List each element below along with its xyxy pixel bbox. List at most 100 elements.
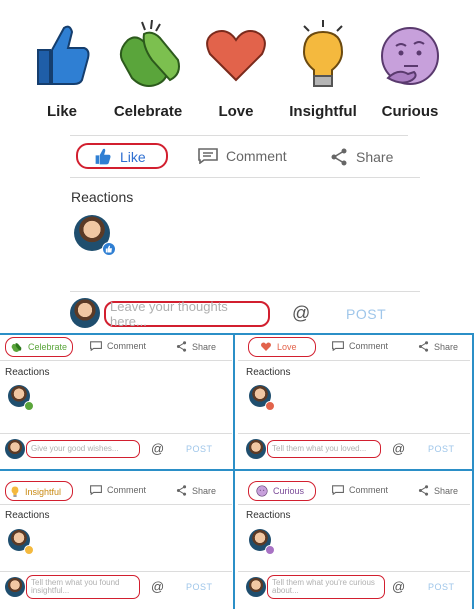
thumbs-up-icon bbox=[37, 25, 90, 85]
reactions-title: Reactions bbox=[5, 367, 50, 378]
insightful-reaction bbox=[273, 20, 373, 92]
share-icon bbox=[176, 341, 187, 352]
curious-button-label: Curious bbox=[273, 486, 305, 496]
like-button[interactable]: Like bbox=[94, 148, 146, 165]
comment-button[interactable]: Comment bbox=[332, 341, 388, 351]
divider bbox=[238, 433, 470, 434]
share-button[interactable]: Share bbox=[418, 485, 458, 496]
like-reaction bbox=[12, 20, 112, 90]
comment-input[interactable]: Give your good wishes... bbox=[26, 440, 140, 458]
share-icon bbox=[418, 341, 429, 352]
insightful-button-label: Insightful bbox=[25, 486, 62, 497]
divider bbox=[70, 177, 420, 178]
comment-input[interactable]: Tell them what you're curious about... bbox=[267, 575, 385, 599]
love-button[interactable]: Love bbox=[260, 341, 297, 352]
grid-divider bbox=[233, 333, 235, 609]
reaction-legend: Like Celebrate Love Insightful Curious bbox=[0, 0, 474, 130]
post-button[interactable]: POST bbox=[428, 582, 455, 592]
curious-label: Curious bbox=[381, 103, 439, 120]
comment-button[interactable]: Comment bbox=[90, 485, 146, 495]
share-button[interactable]: Share bbox=[330, 148, 393, 166]
post-button[interactable]: POST bbox=[346, 306, 386, 322]
divider bbox=[70, 135, 408, 136]
share-button[interactable]: Share bbox=[176, 485, 216, 496]
comment-button[interactable]: Comment bbox=[90, 341, 146, 351]
share-icon bbox=[418, 485, 429, 496]
mention-button[interactable]: @ bbox=[392, 579, 405, 594]
share-icon bbox=[176, 485, 187, 496]
post-button[interactable]: POST bbox=[186, 582, 213, 592]
comment-input[interactable]: Leave your thoughts here... bbox=[104, 299, 270, 329]
comment-button[interactable]: Comment bbox=[332, 485, 388, 495]
comment-icon bbox=[198, 148, 218, 164]
thinking-face-icon bbox=[381, 27, 439, 85]
insightful-badge-icon bbox=[24, 545, 34, 555]
share-button-label: Share bbox=[192, 485, 217, 496]
lightbulb-icon bbox=[11, 486, 19, 497]
divider bbox=[238, 360, 470, 361]
post-button[interactable]: POST bbox=[186, 444, 213, 454]
like-badge-icon bbox=[102, 242, 116, 256]
share-button-label: Share bbox=[434, 341, 459, 352]
celebrate-variant-card: Celebrate Comment Share Reactions Give y… bbox=[0, 335, 232, 471]
curious-badge-icon bbox=[265, 545, 275, 555]
reactions-title: Reactions bbox=[246, 510, 291, 521]
love-button-label: Love bbox=[277, 341, 297, 352]
share-button[interactable]: Share bbox=[418, 341, 458, 352]
mention-button[interactable]: @ bbox=[292, 303, 310, 324]
clapping-hands-icon bbox=[119, 20, 180, 87]
comment-button-label: Comment bbox=[349, 485, 389, 495]
clapping-hands-icon bbox=[11, 343, 22, 352]
comment-button-label: Comment bbox=[226, 148, 287, 164]
mention-button[interactable]: @ bbox=[392, 441, 405, 456]
divider bbox=[238, 504, 470, 505]
divider bbox=[70, 291, 420, 292]
comment-button-label: Comment bbox=[107, 341, 147, 351]
share-button[interactable]: Share bbox=[176, 341, 216, 352]
comment-input[interactable]: Tell them what you loved... bbox=[267, 440, 381, 458]
love-reaction bbox=[186, 20, 286, 90]
mention-button[interactable]: @ bbox=[151, 441, 164, 456]
curious-button[interactable]: Curious bbox=[256, 485, 304, 497]
like-button-label: Like bbox=[120, 148, 146, 165]
comment-input[interactable]: Tell them what you found insightful... bbox=[26, 575, 140, 599]
post-button[interactable]: POST bbox=[428, 444, 455, 454]
love-variant-card: Love Comment Share Reactions Tell them w… bbox=[238, 335, 470, 471]
divider bbox=[0, 504, 232, 505]
celebrate-badge-icon bbox=[24, 401, 34, 411]
mention-button[interactable]: @ bbox=[151, 579, 164, 594]
insightful-button[interactable]: Insightful bbox=[10, 485, 61, 498]
comment-icon bbox=[332, 341, 344, 351]
comment-button-label: Comment bbox=[349, 341, 389, 351]
commenter-avatar bbox=[246, 439, 266, 459]
divider bbox=[238, 571, 470, 572]
heart-icon bbox=[206, 30, 266, 82]
divider bbox=[0, 433, 232, 434]
insightful-variant-card: Insightful Comment Share Reactions Tell … bbox=[0, 473, 232, 609]
celebrate-reaction bbox=[100, 20, 200, 92]
celebrate-button[interactable]: Celebrate bbox=[10, 341, 67, 353]
reactions-title: Reactions bbox=[5, 510, 50, 521]
comment-icon bbox=[90, 485, 102, 495]
celebrate-button-label: Celebrate bbox=[28, 342, 68, 352]
commenter-avatar bbox=[246, 577, 266, 597]
commenter-avatar bbox=[70, 298, 100, 328]
heart-icon bbox=[261, 342, 271, 351]
commenter-avatar bbox=[5, 439, 25, 459]
share-button-label: Share bbox=[356, 149, 394, 165]
comment-icon bbox=[332, 485, 344, 495]
comment-icon bbox=[90, 341, 102, 351]
share-button-label: Share bbox=[434, 485, 459, 496]
share-icon bbox=[331, 148, 347, 166]
reactions-title: Reactions bbox=[246, 367, 291, 378]
love-badge-icon bbox=[265, 401, 275, 411]
share-button-label: Share bbox=[192, 341, 217, 352]
commenter-avatar bbox=[5, 577, 25, 597]
curious-variant-card: Curious Comment Share Reactions Tell the… bbox=[238, 473, 470, 609]
reaction-variant-grid: Celebrate Comment Share Reactions Give y… bbox=[0, 333, 474, 609]
divider bbox=[0, 360, 232, 361]
curious-reaction bbox=[360, 20, 460, 92]
reactions-title: Reactions bbox=[71, 189, 134, 205]
comment-button[interactable]: Comment bbox=[198, 148, 287, 164]
divider bbox=[0, 571, 232, 572]
